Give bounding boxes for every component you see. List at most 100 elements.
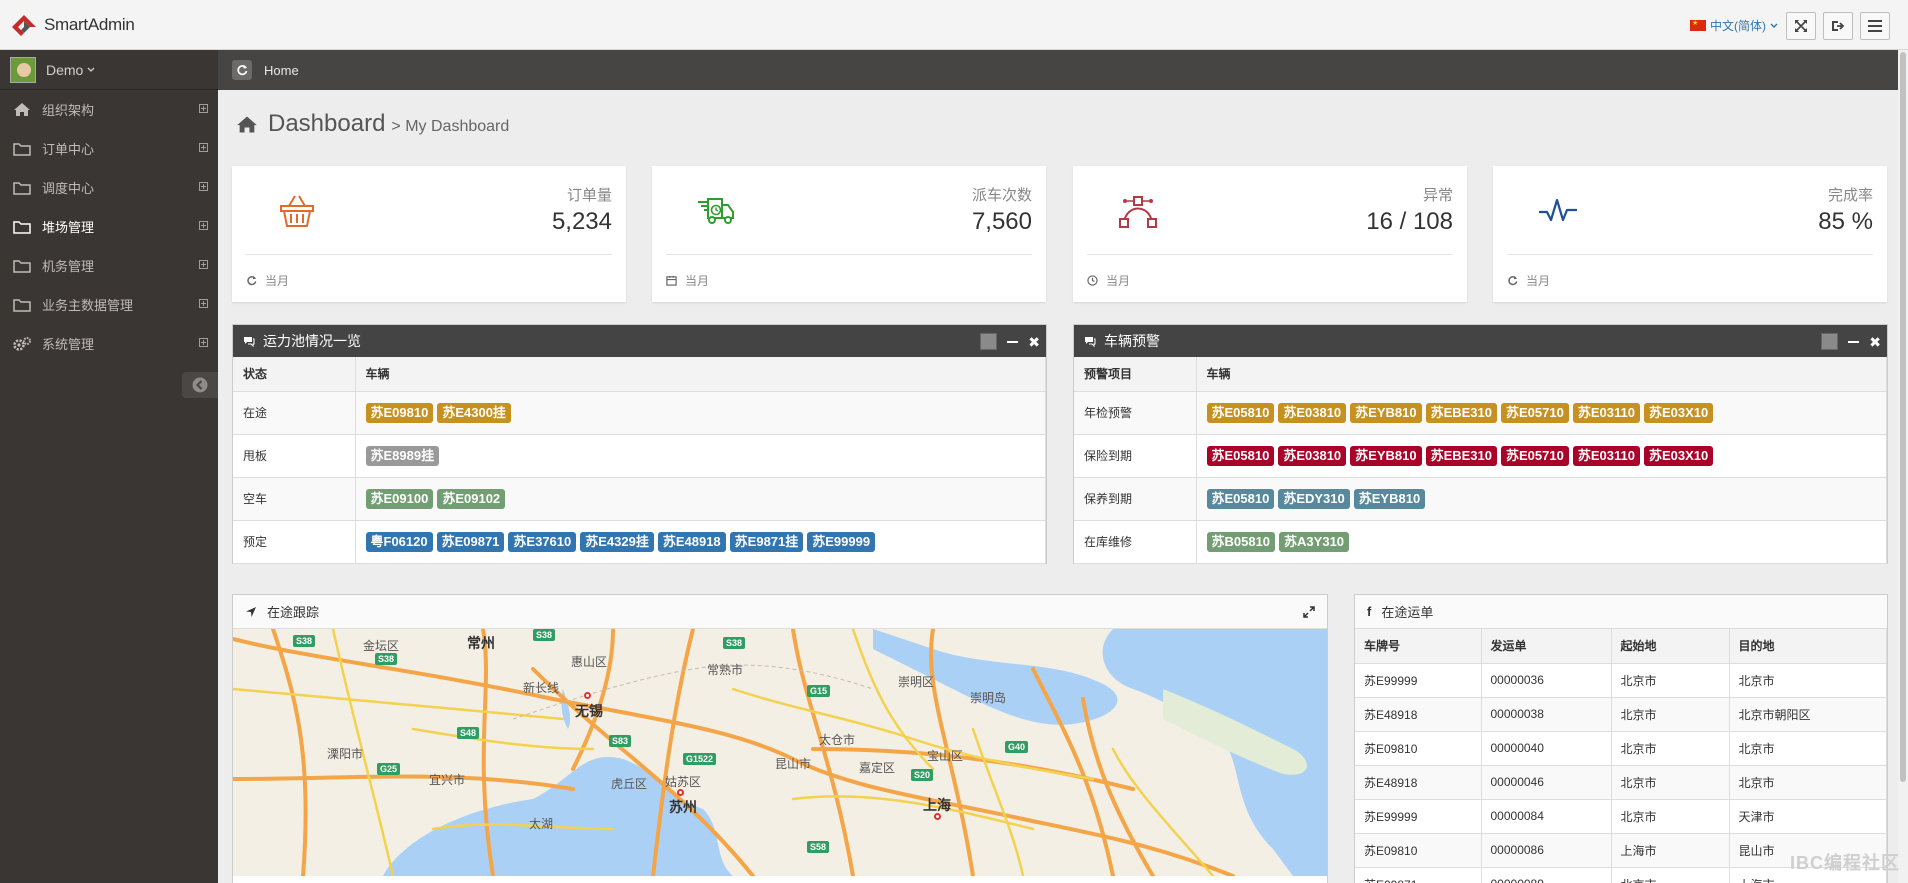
vehicle-tag[interactable]: 苏EYB810 [1350, 402, 1422, 423]
expand-plus-icon[interactable] [199, 143, 208, 152]
widget-close-button[interactable]: ✖ [1028, 335, 1040, 349]
app-logo[interactable]: SmartAdmin [10, 13, 135, 37]
menu-button[interactable] [1860, 12, 1890, 40]
vehicle-tag[interactable]: 苏EBE310 [1425, 445, 1497, 466]
sidebar-item-system[interactable]: 系统管理 [0, 324, 218, 363]
folder-icon [13, 181, 31, 195]
vehicle-tag[interactable]: 苏EDY310 [1278, 488, 1350, 509]
vehicle-tag[interactable]: 苏E05710 [1501, 445, 1569, 466]
sidebar-item-master-data[interactable]: 业务主数据管理 [0, 285, 218, 324]
table-cell: 北京市 [1611, 731, 1730, 766]
fullscreen-button[interactable] [1786, 12, 1816, 40]
sidebar-item-dispatch[interactable]: 调度中心 [0, 168, 218, 207]
table-row[interactable]: 苏E09810 00000040 北京市 北京市 [1355, 731, 1887, 766]
highway-shield: G1522 [683, 753, 717, 765]
table-row[interactable]: 苏E48918 00000038 北京市 北京市朝阳区 [1355, 697, 1887, 732]
refresh-button[interactable] [232, 60, 252, 80]
expand-plus-icon[interactable] [199, 182, 208, 191]
language-selector[interactable]: 中文(简体) [1690, 17, 1778, 34]
vehicle-tag[interactable]: 苏E09871 [436, 531, 505, 552]
table-cell: 00000086 [1481, 833, 1612, 868]
logout-button[interactable] [1823, 12, 1853, 40]
vehicle-tag[interactable]: 苏E05810 [1206, 445, 1275, 466]
expand-plus-icon[interactable] [199, 338, 208, 347]
vehicle-tag[interactable]: 苏E05810 [1206, 488, 1275, 509]
sidebar: Demo 组织架构 订单中心 调度中心 堆场管理 机务管理 业务主数据管理 系统… [0, 50, 218, 883]
table-cell: 苏E09810 [1355, 833, 1482, 868]
vehicle-tag[interactable]: 苏E03110 [1572, 445, 1640, 466]
vehicle-tag[interactable]: 苏E05710 [1501, 402, 1569, 423]
vehicle-tag[interactable]: 苏E9871挂 [729, 531, 804, 552]
vehicle-tag[interactable]: 苏EBE310 [1425, 402, 1497, 423]
expand-icon[interactable] [1303, 606, 1315, 618]
sidebar-item-maintenance[interactable]: 机务管理 [0, 246, 218, 285]
collapse-sidebar-button[interactable] [182, 372, 218, 398]
vehicle-tag[interactable]: 苏E03X10 [1643, 402, 1714, 423]
widget-minimize-button[interactable] [1007, 340, 1019, 343]
vehicle-tag[interactable]: 苏E09102 [437, 488, 506, 509]
user-menu[interactable]: Demo [0, 50, 218, 90]
widget-minimize-button[interactable] [1848, 340, 1860, 343]
table-cell: 天津市 [1729, 799, 1887, 834]
stat-value: 7,560 [971, 208, 1032, 235]
user-name: Demo [46, 61, 84, 78]
map-label: 崇明区 [898, 675, 935, 689]
sidebar-item-yard[interactable]: 堆场管理 [0, 207, 218, 246]
vehicle-tag[interactable]: 苏E03810 [1278, 402, 1347, 423]
expand-icon [1795, 20, 1807, 32]
stat-card-exceptions: 异常 16 / 108 当月 [1073, 166, 1467, 302]
expand-plus-icon[interactable] [199, 299, 208, 308]
widget-close-button[interactable]: ✖ [1869, 335, 1881, 349]
pulse-icon [1539, 198, 1577, 222]
vehicle-tag[interactable]: 苏A3Y310 [1279, 531, 1350, 552]
vehicle-tag[interactable]: 苏E37610 [508, 531, 577, 552]
highway-shield: S38 [375, 653, 398, 665]
vehicle-tag[interactable]: 苏E03810 [1278, 445, 1347, 466]
table-cell: 苏E48918 [1355, 765, 1482, 800]
table-row[interactable]: 苏E48918 00000046 北京市 北京市 [1355, 765, 1887, 800]
map-label: 常州 [467, 635, 495, 651]
column-header: 状态 [233, 357, 356, 392]
table-row: 保养到期 苏E05810 苏EDY310 苏EYB810 [1074, 477, 1887, 521]
vehicle-tag[interactable]: 苏EYB810 [1353, 488, 1426, 509]
vehicle-tag[interactable]: 粤F06120 [365, 531, 433, 552]
table-row[interactable]: 苏E99999 00000036 北京市 北京市 [1355, 663, 1887, 698]
vehicle-tag[interactable]: 苏E8989挂 [365, 445, 440, 466]
sidebar-item-orders[interactable]: 订单中心 [0, 129, 218, 168]
vehicle-tag[interactable]: 苏E09100 [365, 488, 434, 509]
stat-footer-text: 当月 [1106, 274, 1131, 288]
scrollbar-thumb[interactable] [1900, 52, 1906, 782]
stat-label: 派车次数 [971, 187, 1032, 204]
vehicles-cell: 苏E05810 苏EDY310 苏EYB810 [1196, 477, 1887, 521]
page-scrollbar[interactable] [1898, 50, 1908, 883]
column-header: 预警项目 [1074, 357, 1197, 392]
page-title-text: Dashboard [268, 110, 386, 137]
map-label: 金坛区 [363, 639, 400, 653]
basket-icon [280, 195, 314, 227]
vehicle-tag[interactable]: 苏E4300挂 [437, 402, 511, 423]
vehicle-tag[interactable]: 苏E4329挂 [580, 531, 654, 552]
widget-toggle-button[interactable] [1821, 333, 1839, 350]
widget-toggle-button[interactable] [980, 333, 998, 350]
vehicle-tag[interactable]: 苏E05810 [1206, 402, 1275, 423]
vehicle-tag[interactable]: 苏B05810 [1206, 531, 1276, 552]
vehicle-tag[interactable]: 苏E48918 [657, 531, 726, 552]
vehicle-tag[interactable]: 苏E03X10 [1643, 445, 1714, 466]
stat-value: 85 % [1818, 208, 1873, 235]
vehicle-tag[interactable]: 苏EYB810 [1350, 445, 1422, 466]
sidebar-item-org[interactable]: 组织架构 [0, 90, 218, 129]
vehicle-tag[interactable]: 苏E03110 [1572, 402, 1640, 423]
vehicle-tag[interactable]: 苏E99999 [807, 531, 876, 552]
tracking-map[interactable]: 常州 无锡 苏州 上海 金坛区 新长线 惠山区 常熟市 崇明区 崇明岛 溧阳市 … [233, 629, 1327, 876]
breadcrumb[interactable]: Home [264, 63, 299, 78]
expand-plus-icon[interactable] [199, 260, 208, 269]
page-subtitle: > My Dashboard [391, 118, 510, 135]
map-label: 新长线 [523, 681, 560, 695]
vehicle-tag[interactable]: 苏E09810 [365, 402, 434, 423]
expand-plus-icon[interactable] [199, 221, 208, 230]
table-row[interactable]: 苏E99999 00000084 北京市 天津市 [1355, 799, 1887, 834]
vehicles-cell: 粤F06120 苏E09871 苏E37610 苏E4329挂 苏E48918 苏E987… [355, 520, 1046, 564]
expand-plus-icon[interactable] [199, 104, 208, 113]
map-label: 嘉定区 [859, 761, 896, 775]
waybill-table: 车牌号 发运单 起始地 目的地 苏E99999 00000036 北京市 北京市 苏E4… [1355, 629, 1887, 883]
